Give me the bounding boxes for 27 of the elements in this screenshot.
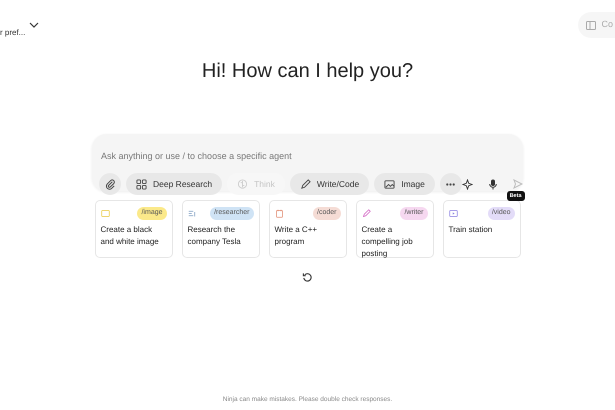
pen-icon [362,208,370,218]
paperclip-button[interactable] [99,173,121,195]
prompt-input-field[interactable]: Ask anything or use / to choose a specific agent [99,150,516,164]
grid-icon [136,178,147,190]
chevron-down-icon[interactable] [29,22,40,28]
suggestion-text: Research the company Tesla [188,224,242,248]
microphone-icon[interactable] [488,178,497,190]
suggestion-text: Write a C++ program [274,224,318,248]
tool-button[interactable]: Deep Research [126,173,222,195]
paperclip-icon [104,178,116,190]
suggestion-text: Create a black and white image [100,224,160,248]
clipboard-icon [274,208,284,218]
tool-button[interactable]: Image [374,173,435,195]
tool-button[interactable]: Write/Code [290,173,370,195]
suggestion-text: Train station [448,224,494,236]
sparkle-icon[interactable] [462,178,473,190]
greeting-heading: Hi! How can I help you? [202,59,414,84]
more-button[interactable] [440,173,462,195]
suggestion-text: Create a compelling job posting [362,224,414,260]
model-selector-label[interactable]: r pref... [0,27,26,39]
image-icon [384,178,396,190]
folder-icon [100,208,110,218]
pencil-icon [300,178,311,190]
list-icon [188,208,196,218]
refresh-icon[interactable] [302,272,313,283]
sidebar-icon [586,20,596,30]
video-icon [448,208,458,218]
